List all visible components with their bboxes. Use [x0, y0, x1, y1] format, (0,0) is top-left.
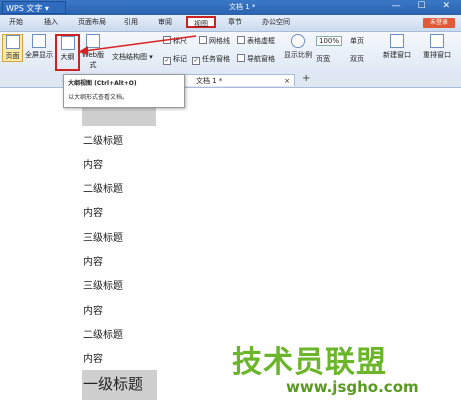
outline-tooltip: 大纲视图 (Ctrl+Alt+O) 以大纲形式查看文档。: [63, 74, 185, 108]
tooltip-title: 大纲视图 (Ctrl+Alt+O): [68, 80, 137, 87]
watermark-logo: 技术员联盟: [232, 345, 387, 380]
tooltip-description: 以大纲形式查看文档。: [68, 94, 129, 101]
annotation-arrow: [78, 35, 197, 55]
watermark-url: www.jsgho.com: [286, 378, 419, 396]
